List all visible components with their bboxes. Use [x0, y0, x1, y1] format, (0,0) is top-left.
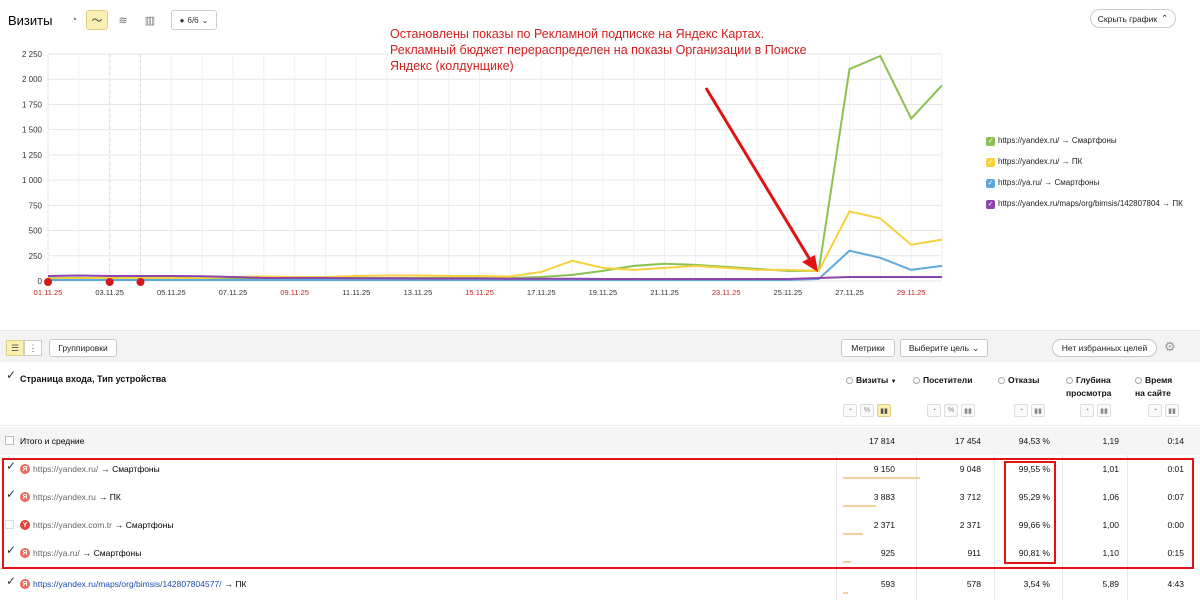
cell-depth: 5,89	[1102, 579, 1119, 589]
row-checkbox[interactable]	[5, 436, 14, 445]
pie-icon[interactable]: ◔	[843, 404, 857, 417]
sort-desc-icon: ▼	[890, 379, 897, 385]
bounces-view-icons: ◔ ▮▮	[1014, 404, 1045, 417]
bars-icon[interactable]: ▮▮	[1097, 404, 1111, 417]
check-icon: ✓	[986, 158, 995, 167]
percent-icon[interactable]: %	[944, 404, 958, 417]
radio-icon[interactable]	[1066, 377, 1073, 384]
bars-icon[interactable]: ▮▮	[961, 404, 975, 417]
table-row[interactable]: ✓ Я https://yandex.ru/maps/org/bimsis/14…	[0, 570, 1200, 598]
goal-select-label: Выберите цель	[908, 343, 970, 353]
visitors-view-icons: ◔% ▮▮	[927, 404, 975, 417]
yandex-icon: Я	[20, 579, 30, 589]
chart-legend: ✓ https://yandex.ru/ → Смартфоны ✓ https…	[986, 136, 1186, 220]
pie-icon[interactable]: ◔	[1080, 404, 1094, 417]
table-header: ✓ Страница входа, Тип устройства Визиты …	[0, 362, 1200, 426]
column-label: Глубина	[1076, 375, 1111, 385]
totals-row: Итого и средние 17 814 17 454 94,53 % 1,…	[0, 427, 1200, 455]
legend-item[interactable]: ✓ https://yandex.ru/ → ПК	[986, 157, 1186, 167]
radio-icon[interactable]	[913, 377, 920, 384]
column-header-visits[interactable]: Визиты ▼	[846, 374, 897, 389]
column-header-bounces[interactable]: Отказы	[998, 374, 1039, 387]
total-time: 0:14	[1167, 436, 1184, 446]
pie-icon[interactable]: ◔	[1148, 404, 1162, 417]
gear-icon[interactable]: ⚙	[1164, 339, 1176, 355]
total-visits: 17 814	[869, 436, 895, 446]
bounces-highlight-box	[1004, 461, 1056, 564]
tree-view-icon[interactable]: ⋮	[24, 340, 42, 356]
column-label: на сайте	[1135, 388, 1171, 398]
check-icon: ✓	[986, 179, 995, 188]
report-toolbar: ☰ ⋮ Группировки Метрики Выберите цель ⌄ …	[0, 330, 1200, 362]
legend-item[interactable]: ✓ https://ya.ru/ → Смартфоны	[986, 178, 1186, 188]
totals-label: Итого и средние	[20, 436, 85, 446]
check-icon[interactable]: ✓	[6, 574, 16, 588]
check-icon[interactable]: ✓	[6, 368, 16, 382]
column-label: Время	[1145, 375, 1173, 385]
legend-label: https://yandex.ru/maps/org/bimsis/142807…	[998, 199, 1183, 208]
column-label: Отказы	[1008, 375, 1040, 385]
favorite-goals-button[interactable]: Нет избранных целей	[1052, 339, 1157, 357]
groupings-button[interactable]: Группировки	[49, 339, 117, 357]
chevron-down-icon: ⌄	[972, 342, 980, 353]
dimension-header[interactable]: Страница входа, Тип устройства	[20, 374, 166, 384]
column-header-visitors[interactable]: Посетители	[913, 374, 972, 387]
metrics-button[interactable]: Метрики	[841, 339, 895, 357]
cell-visits: 593	[880, 579, 895, 589]
column-header-depth[interactable]: Глубина просмотра	[1066, 374, 1111, 400]
time-view-icons: ◔ ▮▮	[1148, 404, 1179, 417]
arrow-shaft	[704, 87, 814, 264]
legend-item[interactable]: ✓ https://yandex.ru/maps/org/bimsis/1428…	[986, 199, 1186, 209]
percent-icon[interactable]: %	[860, 404, 874, 417]
legend-label: https://yandex.ru/ → ПК	[998, 157, 1083, 166]
radio-icon[interactable]	[998, 377, 1005, 384]
goal-select[interactable]: Выберите цель ⌄	[900, 339, 988, 357]
cell-bounces: 3,54 %	[1023, 579, 1050, 589]
total-bounces: 94,53 %	[1018, 436, 1050, 446]
visits-view-icons: ◔% ▮▮	[843, 404, 891, 417]
total-visitors: 17 454	[955, 436, 981, 446]
bars-icon[interactable]: ▮▮	[877, 404, 891, 417]
pie-icon[interactable]: ◔	[1014, 404, 1028, 417]
check-icon: ✓	[986, 137, 995, 146]
column-label: просмотра	[1066, 388, 1112, 398]
radio-icon[interactable]	[846, 377, 853, 384]
depth-view-icons: ◔ ▮▮	[1080, 404, 1111, 417]
radio-icon[interactable]	[1135, 377, 1142, 384]
legend-item[interactable]: ✓ https://yandex.ru/ → Смартфоны	[986, 136, 1186, 146]
visits-share-bar	[843, 592, 848, 594]
pie-icon[interactable]: ◔	[927, 404, 941, 417]
legend-label: https://ya.ru/ → Смартфоны	[998, 178, 1100, 187]
row-url[interactable]: https://yandex.ru/maps/org/bimsis/142807…	[33, 579, 222, 589]
column-label: Визиты	[856, 375, 889, 385]
column-header-time[interactable]: Время на сайте	[1135, 374, 1172, 400]
legend-label: https://yandex.ru/ → Смартфоны	[998, 136, 1117, 145]
cell-time: 4:43	[1167, 579, 1184, 589]
column-label: Посетители	[923, 375, 973, 385]
row-dimension: Я https://yandex.ru/maps/org/bimsis/1428…	[20, 579, 246, 589]
cell-visitors: 578	[966, 579, 981, 589]
row-device: → ПК	[224, 579, 247, 589]
list-view-icon[interactable]: ☰	[6, 340, 24, 356]
check-icon: ✓	[986, 200, 995, 209]
total-depth: 1,19	[1102, 436, 1119, 446]
bars-icon[interactable]: ▮▮	[1031, 404, 1045, 417]
bars-icon[interactable]: ▮▮	[1165, 404, 1179, 417]
